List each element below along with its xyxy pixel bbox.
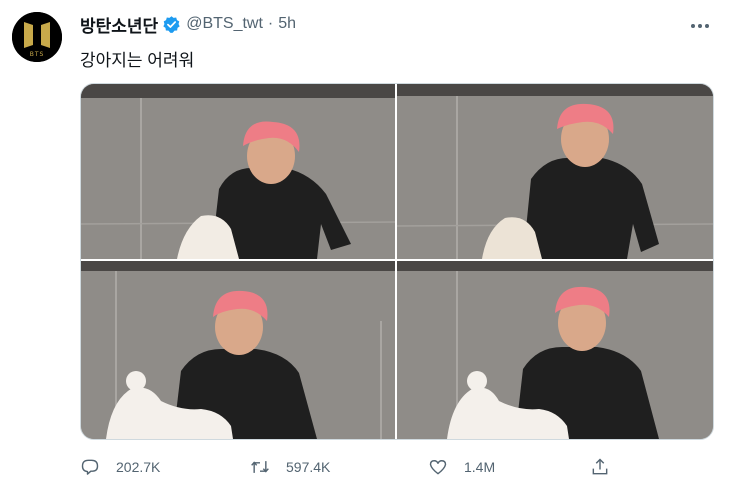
- retweet-button[interactable]: 597.4K: [250, 452, 330, 482]
- photo-3[interactable]: [81, 261, 395, 439]
- avatar[interactable]: BTS: [12, 12, 62, 62]
- verified-badge-icon: [163, 15, 180, 33]
- like-button[interactable]: 1.4M: [428, 452, 495, 482]
- author-name[interactable]: 방탄소년단: [80, 12, 158, 37]
- ellipsis-icon: [691, 24, 709, 28]
- timestamp[interactable]: 5h: [278, 15, 296, 33]
- tweet-text: 강아지는 어려워: [80, 51, 195, 70]
- reply-icon: [81, 459, 99, 475]
- photo-2[interactable]: [397, 84, 713, 259]
- share-icon: [592, 458, 608, 475]
- heart-icon: [429, 460, 447, 475]
- action-bar: 202.7K 597.4K 1.4M: [80, 452, 640, 482]
- retweet-icon: [251, 461, 269, 473]
- share-button[interactable]: [590, 452, 610, 482]
- separator-dot: ·: [267, 15, 274, 32]
- photo-1[interactable]: [81, 84, 395, 259]
- more-options-button[interactable]: [686, 12, 714, 40]
- bts-logo-icon: BTS: [12, 12, 62, 62]
- reply-button[interactable]: 202.7K: [80, 452, 160, 482]
- retweet-count: 597.4K: [286, 459, 331, 475]
- photo-4[interactable]: [397, 261, 713, 439]
- like-count: 1.4M: [464, 459, 496, 475]
- reply-count: 202.7K: [116, 459, 161, 475]
- avatar-wordmark: BTS: [30, 51, 45, 58]
- media-grid: [80, 83, 714, 440]
- author-handle[interactable]: @BTS_twt: [186, 15, 263, 33]
- tweet-header: 방탄소년단 @BTS_twt · 5h: [80, 12, 296, 36]
